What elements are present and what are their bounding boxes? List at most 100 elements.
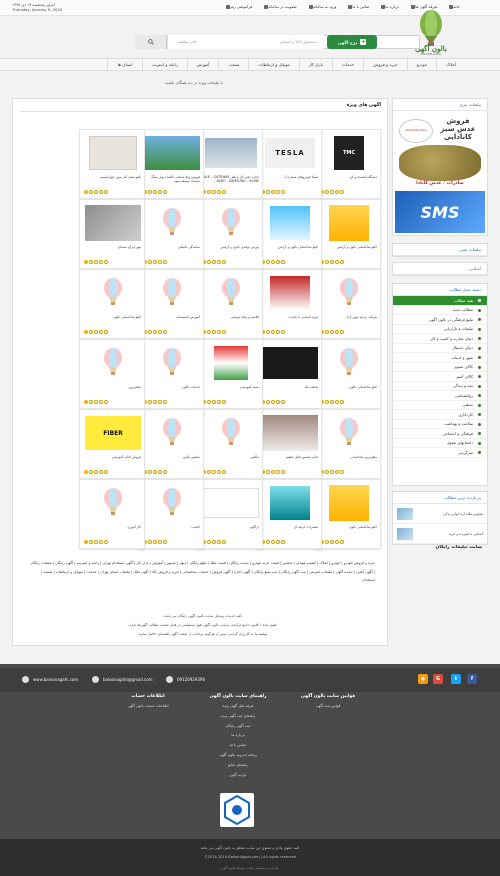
ad-card[interactable]: ماکس — [197, 409, 263, 479]
sidebar-most-viewed: پر بازدید ترین مطالب تصاویر بنکاه آزاد ل… — [392, 491, 488, 545]
ad-card[interactable]: دوره آشنایی با تجارت — [256, 269, 322, 339]
ad-card[interactable]: نمایندگی تکنیکی — [138, 199, 204, 269]
facebook-icon[interactable]: f — [467, 674, 477, 684]
ad-card[interactable]: چاپ ماشین قابل تنظیم — [256, 409, 322, 479]
category-item[interactable]: شهر و ادبیات — [393, 353, 487, 363]
ad-card[interactable]: کلاسه و رفاه دوستی — [197, 269, 263, 339]
nav-item-cars[interactable]: خودرو — [406, 58, 437, 71]
ad-card[interactable]: اجاره دفتر کار با هتل TALE – GATEWAY – A… — [197, 129, 263, 199]
banner-ad-sms[interactable]: SMS — [395, 191, 485, 233]
nav-item-computer[interactable]: رایانه و اینترنت — [141, 58, 187, 71]
footer-link[interactable]: راهنمای ثبت آگهی ویژه — [193, 712, 283, 722]
most-viewed-item[interactable]: آشنایی با اینترنت و خرید — [393, 524, 487, 544]
footer-link[interactable]: اطلاعات حساب بالون آگهی — [103, 702, 193, 712]
ad-card[interactable]: شرکت پرچم نوین آرتا — [315, 269, 381, 339]
top-link-forgot[interactable]: فراموشی رمز — [224, 4, 252, 9]
ad-card[interactable]: کاسب — [138, 479, 204, 549]
trust-seal-badge[interactable] — [220, 793, 254, 827]
star-icon — [222, 540, 226, 544]
star-icon — [163, 330, 167, 334]
ad-card[interactable]: ماهرترین — [79, 339, 145, 409]
footer-phone[interactable]: 09120929396 — [166, 676, 205, 683]
category-item[interactable]: دنیای دیجیتال — [393, 344, 487, 353]
ad-card[interactable]: ماهرترین ساختمانی — [315, 409, 381, 479]
top-link-about[interactable]: درباره ما — [379, 4, 399, 9]
rss-icon[interactable]: ◉ — [418, 674, 428, 684]
banner-ad-lentil[interactable]: ADASCAN Green فروش عدس سبز کانادایی صادر… — [395, 113, 485, 189]
google-plus-icon[interactable]: G — [433, 674, 443, 684]
site-logo[interactable]: بالون آگهی BALOON AGAHI — [412, 8, 450, 58]
ad-card[interactable]: صنعت تک — [256, 339, 322, 409]
ad-card[interactable]: آموزش تاسیسات — [138, 269, 204, 339]
footer-link[interactable]: درباره ما — [193, 731, 283, 741]
footer-link[interactable]: تعرفه های آگهی ویژه — [193, 702, 283, 712]
divider — [19, 111, 381, 112]
category-item[interactable]: کالای تصویر — [393, 363, 487, 372]
ad-card[interactable]: کیلو ساختمانی بالون — [315, 479, 381, 549]
footer-link[interactable]: تماس با ما — [193, 741, 283, 751]
ad-title: اجاره دفتر کار با هتل TALE – GATEWAY – A… — [201, 175, 259, 184]
category-item[interactable]: کالای آشپز — [393, 372, 487, 382]
nav-item-jobs[interactable]: بازار کار — [298, 58, 332, 71]
category-item[interactable]: دنیای تجارت و کسب و کار — [393, 334, 487, 344]
ad-card[interactable]: کیلو ساختمانی بالون و آرایش — [315, 199, 381, 269]
ad-card[interactable]: TMC دستگاه کشنده و کن — [315, 129, 381, 199]
footer-link[interactable]: بازدید آگهی — [193, 771, 283, 781]
footer-site[interactable]: www.baloonagahi.com — [22, 676, 78, 683]
ad-card[interactable]: کیلو ساختمانی بالون — [315, 339, 381, 409]
category-item[interactable]: فرهنگی و اجتماعی — [393, 429, 487, 439]
nav-item-buy-sell[interactable]: خرید و فروش — [363, 58, 406, 71]
ad-card[interactable]: تعمیرات حرفه ای — [256, 479, 322, 549]
star-icon — [271, 260, 275, 264]
twitter-icon[interactable]: t — [451, 674, 461, 684]
category-item[interactable]: روانشناسی — [393, 391, 487, 401]
star-icon — [104, 190, 108, 194]
category-item[interactable]: همه مطالب — [393, 296, 487, 306]
ad-card[interactable]: کیلو ساختمانی بالون — [79, 269, 145, 339]
search-button[interactable] — [135, 35, 167, 49]
category-item[interactable]: تبلیغات و بازاریابی — [393, 325, 487, 334]
most-viewed-item[interactable]: تصاویر بنکاه آزاد لوازم یدکی — [393, 504, 487, 524]
category-item[interactable]: مذهبی — [393, 401, 487, 410]
nav-item-provinces[interactable]: استان ها — [107, 58, 141, 71]
ad-card[interactable]: FIBER فروش کتاب آموزشی — [79, 409, 145, 479]
ad-card[interactable]: خدمات بالون — [138, 339, 204, 409]
ad-title: دوره آشنایی با تجارت — [288, 315, 318, 319]
ad-card[interactable]: فروش ویلا شمالی کاشتا دیوار سنگ سیمان تو… — [138, 129, 204, 199]
sidebar-title[interactable]: استانی — [393, 263, 487, 275]
category-item[interactable]: بچه و زندگی — [393, 382, 487, 391]
ad-card[interactable]: کیلو ساید کار یمین چهارلیستی — [79, 129, 145, 199]
ad-card[interactable]: ماشین بالون — [138, 409, 204, 479]
category-item[interactable]: سلامت و بهداشت — [393, 420, 487, 429]
ad-card[interactable]: دراگون — [197, 479, 263, 549]
star-icon — [99, 540, 103, 544]
category-item[interactable]: تبلیغ فرهنگی در بالون آگهی — [393, 315, 487, 325]
ad-card[interactable]: کار آموزی — [79, 479, 145, 549]
nav-item-services[interactable]: خدمات — [332, 58, 363, 71]
category-item[interactable]: داستانهای عموی — [393, 439, 487, 448]
footer-link[interactable]: راهنمای منابع — [193, 761, 283, 771]
footer-link[interactable]: برنامه اندروید بالون آگهی — [193, 751, 283, 761]
promo-banner-text[interactable]: با تبلیغات ویژه در دید همگان باشید — [0, 80, 388, 85]
nav-item-mobile[interactable]: موبایل و ارتباطات — [248, 58, 298, 71]
search-scope-select[interactable]: در سامانه ▾ — [167, 35, 206, 49]
category-item[interactable]: مطالب جدید — [393, 306, 487, 315]
top-link-register[interactable]: عضویت در سامانه — [262, 4, 297, 9]
nav-item-industry[interactable]: صنعت — [218, 58, 248, 71]
ad-card[interactable]: بورس تولیدی بالون و آرایش — [197, 199, 263, 269]
top-link-login[interactable]: ورود به سامانه — [307, 4, 336, 9]
top-link-contact[interactable]: تماس با ما — [346, 4, 369, 9]
ad-card[interactable]: کیلو ساختمانی بالون و آرایش — [256, 199, 322, 269]
search-input[interactable]: جستجوی 345 و آیتم‌های... — [206, 35, 324, 49]
category-item[interactable]: سرگرمی — [393, 448, 487, 458]
nav-item-education[interactable]: آموزش — [186, 58, 219, 71]
nav-item-real-estate[interactable]: اَملاک — [436, 58, 465, 71]
add-ad-button[interactable]: درج آگهی + — [327, 35, 377, 49]
ad-card[interactable]: TESLA تسلا خودروهای شماره 1 — [256, 129, 322, 199]
footer-link[interactable]: ثبت آگهی رایگان — [193, 722, 283, 732]
ad-card[interactable]: بسته آموزشی — [197, 339, 263, 409]
ad-card[interactable]: مهر ایران سیمان — [79, 199, 145, 269]
footer-email[interactable]: baloonagahi@gmail.com — [92, 676, 153, 683]
footer-link[interactable]: قوانین ثبت آگهی — [283, 702, 373, 712]
category-item[interactable]: کاردکاری — [393, 410, 487, 420]
